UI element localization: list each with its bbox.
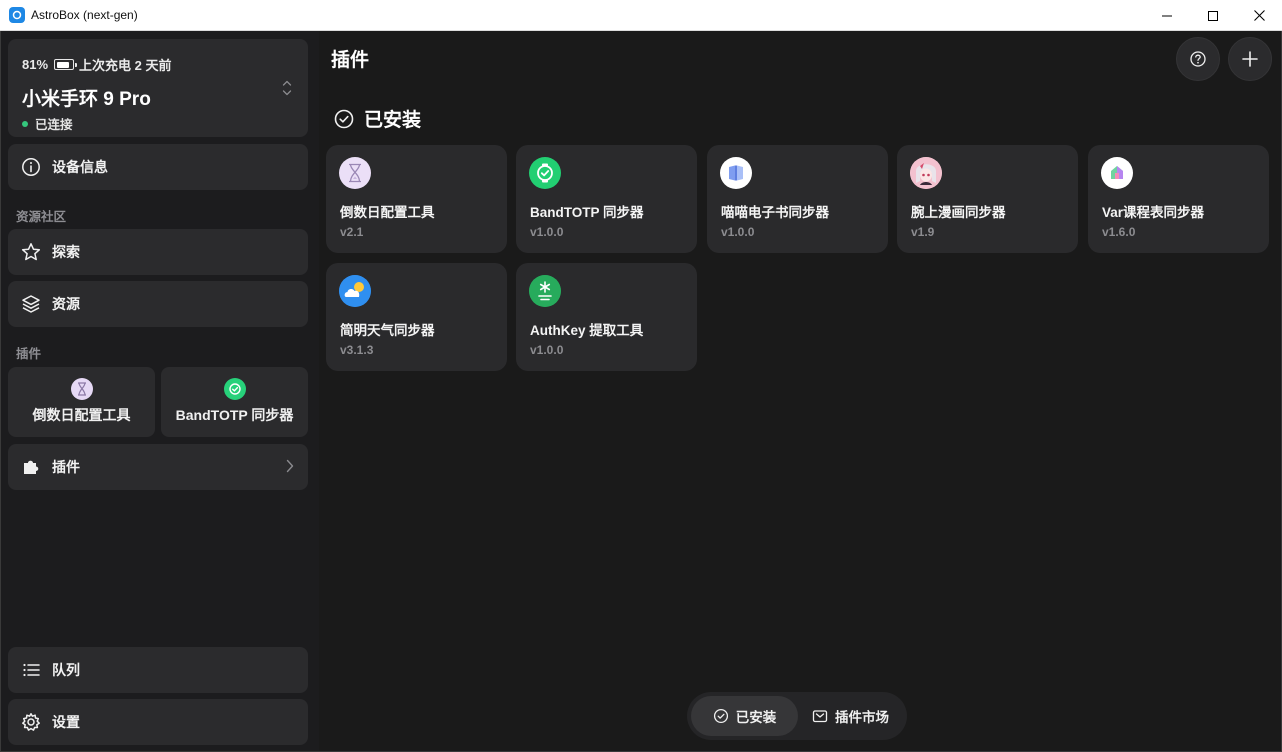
pinned-plugin-label: BandTOTP 同步器 (175, 407, 294, 423)
key-extract-icon (529, 275, 561, 307)
weather-icon (339, 275, 371, 307)
last-charge-text: 上次充电 2 天前 (79, 58, 172, 73)
help-icon (1190, 51, 1206, 67)
plugin-card-bandtotp[interactable]: BandTOTP 同步器 v1.0.0 (516, 145, 697, 253)
sidebar-item-queue[interactable]: 队列 (8, 647, 308, 693)
section-title: 已安装 (364, 110, 422, 131)
plugin-name: AuthKey 提取工具 (530, 323, 644, 338)
bottom-tab-bar: 已安装 插件市场 (687, 692, 907, 740)
installed-section-header: 已安装 (333, 105, 421, 132)
store-icon (812, 708, 828, 724)
plus-icon (1242, 51, 1258, 67)
puzzle-icon (20, 456, 42, 478)
plugin-name: 腕上漫画同步器 (911, 205, 1006, 220)
battery-icon (54, 59, 78, 70)
chevron-right-icon (286, 459, 294, 478)
book-icon (720, 157, 752, 189)
close-window-button[interactable] (1236, 0, 1282, 31)
sidebar-item-label: 插件 (52, 459, 80, 475)
device-switch-chevron-icon[interactable] (282, 79, 292, 102)
status-dot (22, 120, 28, 127)
sidebar-item-device-info[interactable]: 设备信息 (8, 144, 308, 190)
sidebar: 81% 上次充电 2 天前 小米手环 9 Pro 已连接 设备信息 资源社区 探… (1, 31, 319, 751)
close-icon (1253, 10, 1265, 21)
connection-status: 已连接 (22, 114, 73, 133)
sidebar-item-label: 设置 (52, 714, 80, 730)
plugin-card-schedule[interactable]: Var课程表同步器 v1.6.0 (1088, 145, 1269, 253)
battery-percent: 81% (22, 57, 49, 72)
minimize-button[interactable] (1144, 0, 1190, 31)
section-label-community: 资源社区 (16, 210, 67, 224)
sidebar-item-label: 探索 (52, 244, 80, 260)
pinned-plugin-bandtotp[interactable]: BandTOTP 同步器 (161, 367, 308, 437)
tab-label: 已安装 (735, 710, 777, 725)
plugin-card-comic[interactable]: 腕上漫画同步器 v1.9 (897, 145, 1078, 253)
star-icon (20, 241, 42, 263)
plugin-card-ebook[interactable]: 喵喵电子书同步器 v1.0.0 (707, 145, 888, 253)
plugin-name: BandTOTP 同步器 (530, 205, 644, 220)
plugin-version: v1.0.0 (530, 343, 564, 357)
sidebar-item-plugins[interactable]: 插件 (8, 444, 308, 490)
help-button[interactable] (1176, 37, 1220, 81)
plugin-version: v3.1.3 (340, 343, 374, 357)
watch-check-icon (223, 378, 246, 400)
section-label-plugins: 插件 (16, 347, 42, 361)
tab-installed[interactable]: 已安装 (691, 696, 798, 736)
window-titlebar: AstroBox (next-gen) (0, 0, 1282, 31)
info-icon (20, 156, 42, 178)
plugin-name: 喵喵电子书同步器 (721, 205, 829, 220)
gear-icon (20, 711, 42, 733)
plugin-version: v1.0.0 (530, 225, 564, 239)
plugin-card-weather[interactable]: 简明天气同步器 v3.1.3 (326, 263, 507, 371)
check-circle-icon (334, 109, 354, 128)
status-text: 已连接 (35, 118, 73, 132)
hourglass-icon (70, 378, 93, 400)
astrobox-logo-icon (9, 7, 25, 23)
watch-check-icon (529, 157, 561, 189)
device-card[interactable]: 81% 上次充电 2 天前 小米手环 9 Pro 已连接 (8, 39, 308, 137)
sidebar-item-label: 资源 (52, 296, 80, 312)
pinned-plugin-countdown[interactable]: 倒数日配置工具 (8, 367, 155, 437)
main-content: 插件 已安装 倒数日配置工具 v2.1 BandTOTP 同步器 v1.0.0 … (319, 31, 1281, 751)
sidebar-item-resources[interactable]: 资源 (8, 281, 308, 327)
sidebar-item-label: 设备信息 (52, 159, 108, 175)
tab-label: 插件市场 (835, 710, 889, 725)
maximize-button[interactable] (1190, 0, 1236, 31)
plugin-card-authkey[interactable]: AuthKey 提取工具 v1.0.0 (516, 263, 697, 371)
plugin-name: 简明天气同步器 (340, 323, 435, 338)
plugin-version: v2.1 (340, 225, 364, 239)
battery-row: 81% 上次充电 2 天前 (22, 55, 172, 74)
check-circle-icon (713, 708, 729, 724)
plugin-name: 倒数日配置工具 (340, 205, 435, 220)
minimize-icon (1162, 15, 1172, 16)
hourglass-icon (339, 157, 371, 189)
window-title: AstroBox (next-gen) (31, 8, 138, 22)
pinned-plugin-label: 倒数日配置工具 (32, 407, 131, 423)
tab-plugin-market[interactable]: 插件市场 (798, 696, 903, 736)
layers-icon (20, 293, 42, 315)
plugin-version: v1.9 (911, 225, 935, 239)
sidebar-item-label: 队列 (52, 662, 80, 678)
device-name: 小米手环 9 Pro (22, 89, 151, 110)
plugin-name: Var课程表同步器 (1102, 205, 1205, 220)
page-title: 插件 (331, 50, 370, 71)
maximize-icon (1208, 10, 1218, 21)
anime-avatar-icon (910, 157, 942, 189)
add-plugin-button[interactable] (1228, 37, 1272, 81)
plugin-version: v1.6.0 (1102, 225, 1136, 239)
schedule-icon (1101, 157, 1133, 189)
list-icon (20, 659, 42, 681)
plugin-card-countdown[interactable]: 倒数日配置工具 v2.1 (326, 145, 507, 253)
sidebar-item-settings[interactable]: 设置 (8, 699, 308, 745)
plugin-version: v1.0.0 (721, 225, 755, 239)
sidebar-item-explore[interactable]: 探索 (8, 229, 308, 275)
